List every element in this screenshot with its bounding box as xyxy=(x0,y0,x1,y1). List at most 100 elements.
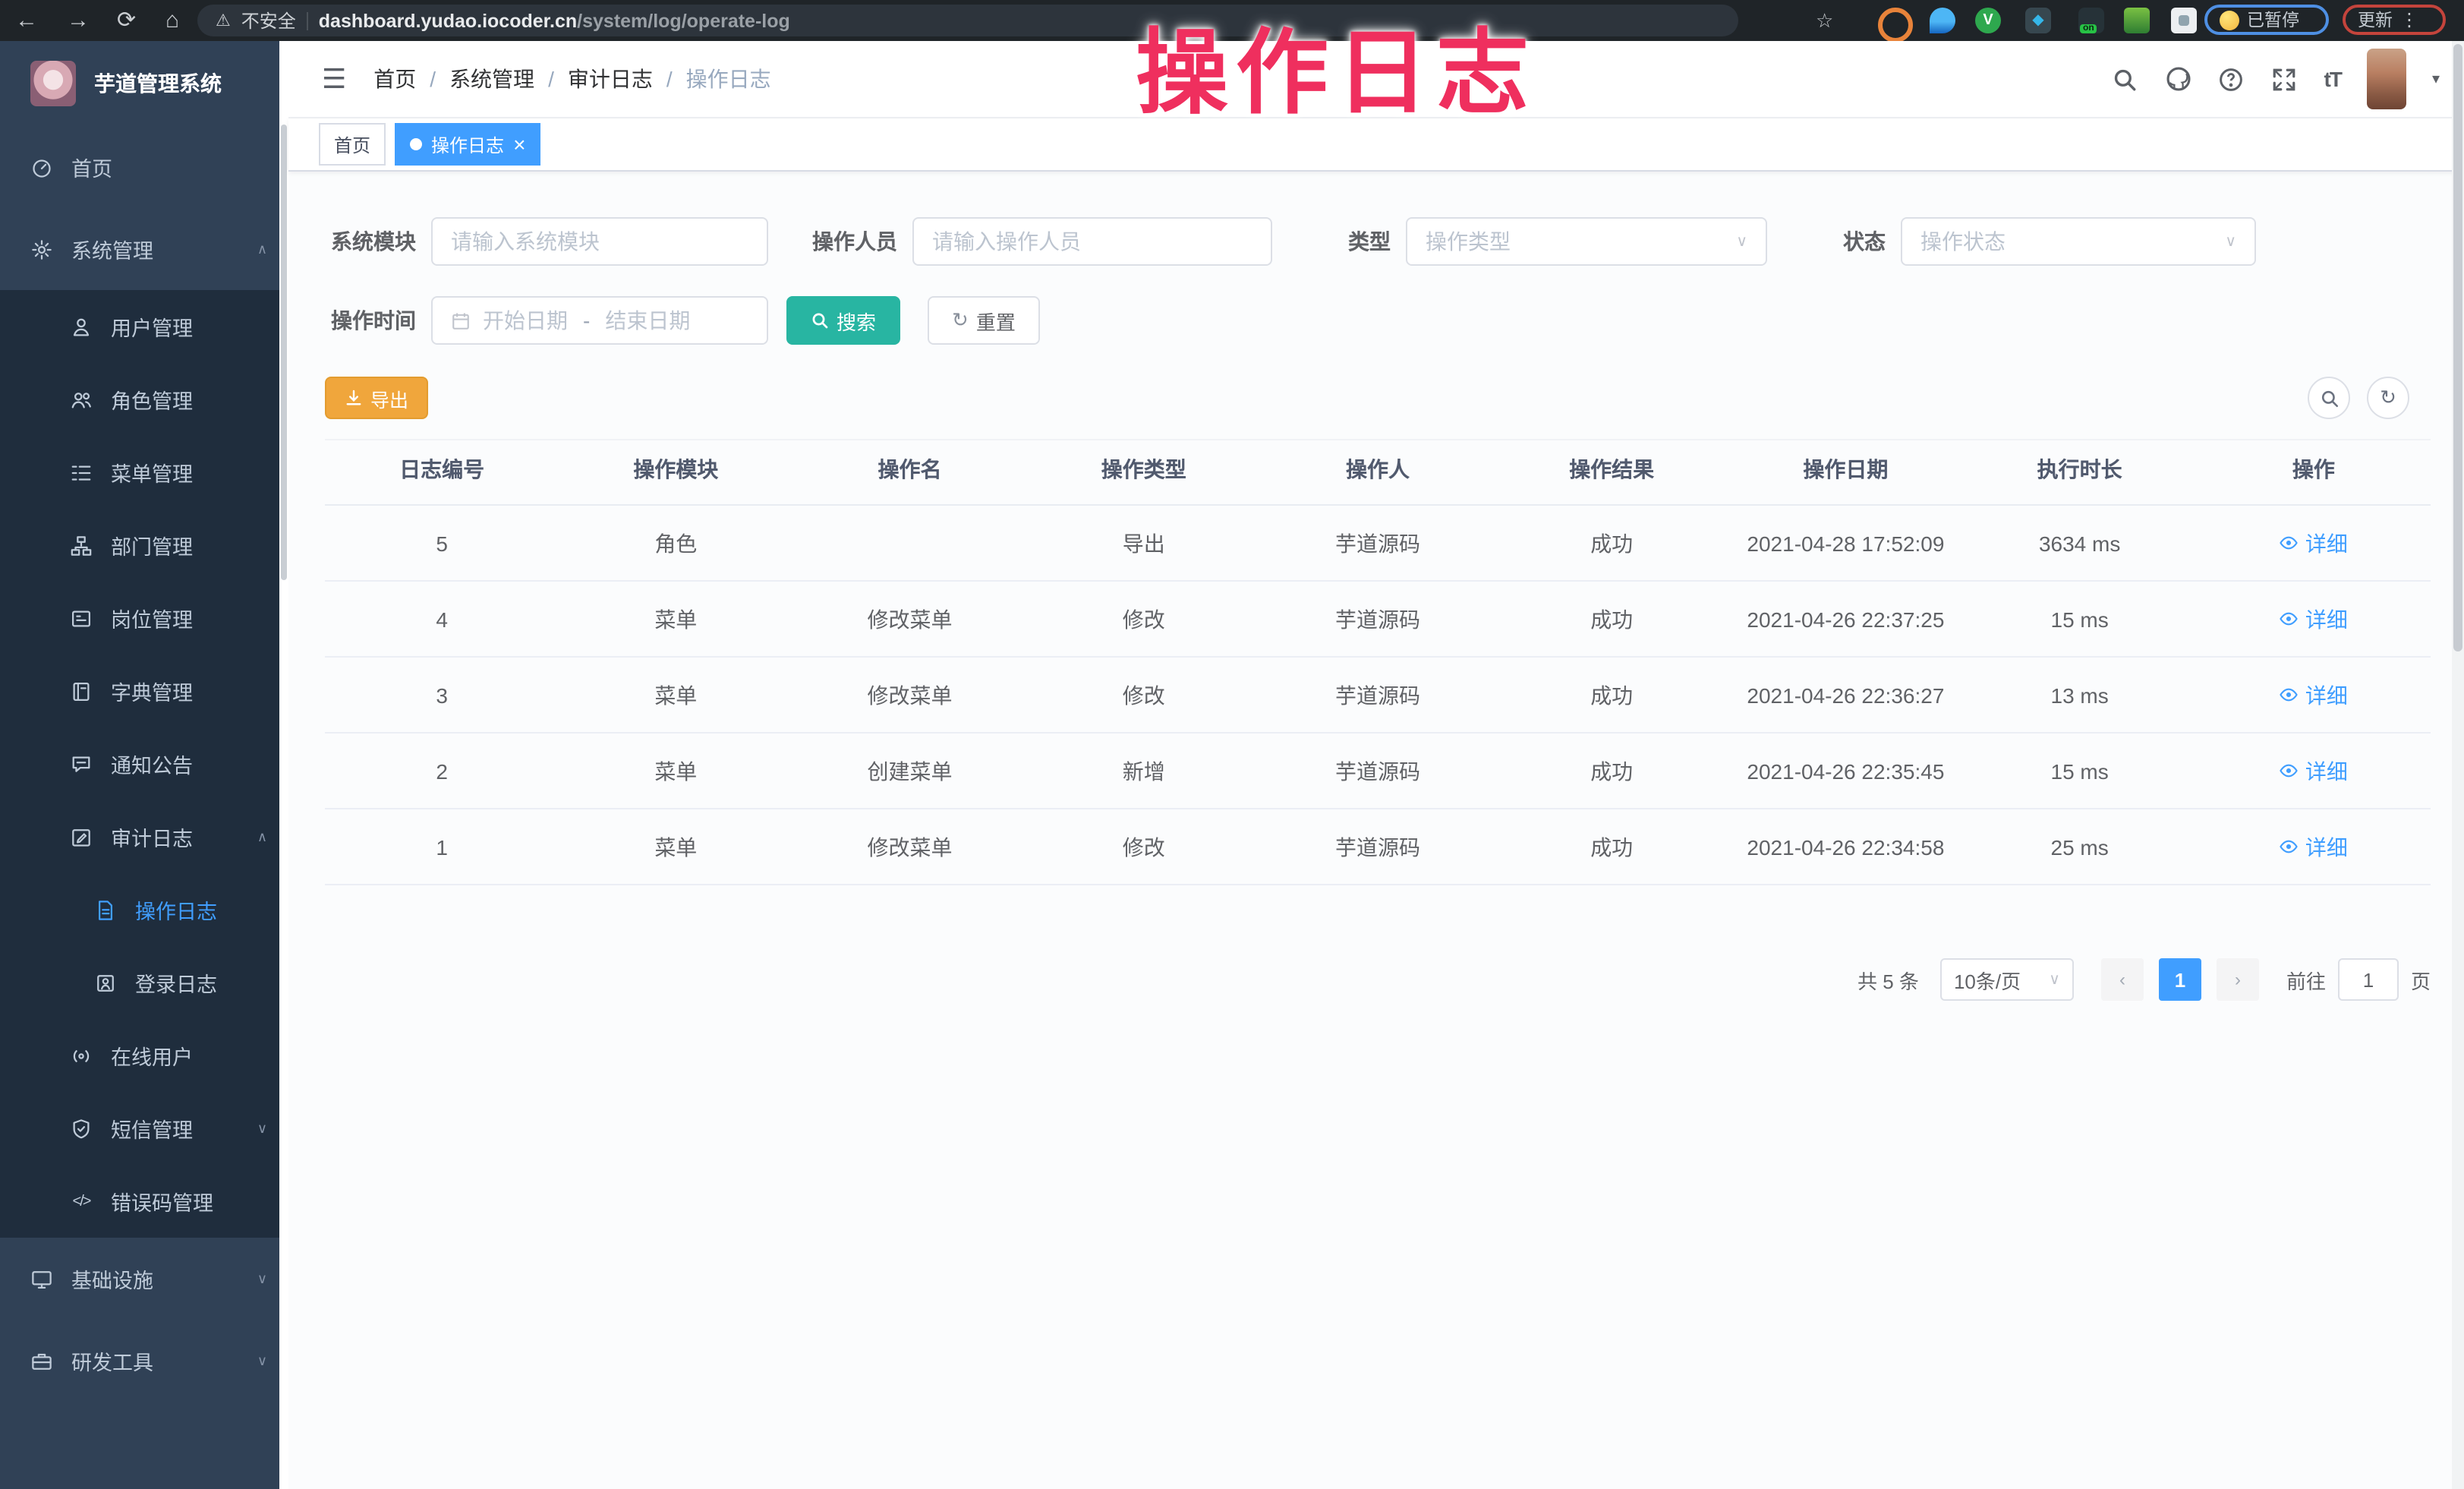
sms-shield-icon xyxy=(70,1117,93,1140)
sidebar-item-label: 通知公告 xyxy=(111,749,193,779)
bookmark-star-icon[interactable]: ☆ xyxy=(1816,0,1833,41)
sidebar-item-在线用户[interactable]: 在线用户 xyxy=(0,1019,288,1092)
export-button[interactable]: 导出 xyxy=(325,377,428,419)
sidebar-item-系统管理[interactable]: 系统管理∧ xyxy=(0,208,288,290)
content: 系统模块 请输入系统模块 操作人员 请输入操作人员 类型 操作类型∨ 状态 操作… xyxy=(288,172,2464,1001)
help-icon[interactable] xyxy=(2218,65,2245,93)
sidebar-item-登录日志[interactable]: 登录日志 xyxy=(0,946,288,1019)
sidebar-item-首页[interactable]: 首页 xyxy=(0,126,288,208)
sidebar-item-部门管理[interactable]: 部门管理 xyxy=(0,509,288,582)
collapse-menu-icon[interactable]: ☰ xyxy=(322,63,346,95)
extension-gem-icon[interactable]: ◆ xyxy=(2025,8,2051,33)
sidebar-item-通知公告[interactable]: 通知公告 xyxy=(0,727,288,800)
app-logo[interactable]: 芋道管理系统 xyxy=(0,41,288,126)
module-input[interactable]: 请输入系统模块 xyxy=(431,217,768,266)
sidebar-item-研发工具[interactable]: 研发工具∨ xyxy=(0,1320,288,1402)
sidebar-item-岗位管理[interactable]: 岗位管理 xyxy=(0,582,288,655)
extension-pin-icon[interactable] xyxy=(1930,8,1955,33)
sidebar-item-错误码管理[interactable]: </>错误码管理 xyxy=(0,1165,288,1238)
menu-list-icon xyxy=(70,461,93,484)
prev-page-button[interactable]: ‹ xyxy=(2101,958,2144,1001)
table-cell: 成功 xyxy=(1495,505,1728,581)
status-select[interactable]: 操作状态∨ xyxy=(1901,217,2256,266)
table-cell: 5 xyxy=(325,505,559,581)
extension-v-icon[interactable]: V xyxy=(1975,8,2001,33)
detail-link[interactable]: 详细 xyxy=(2280,528,2348,558)
tag-close-icon[interactable]: × xyxy=(513,134,525,155)
post-badge-icon xyxy=(70,607,93,629)
breadcrumb-item[interactable]: 审计日志 xyxy=(568,64,653,94)
table-cell: 2021-04-26 22:36:27 xyxy=(1728,657,1962,733)
sidebar-item-基础设施[interactable]: 基础设施∨ xyxy=(0,1238,288,1320)
detail-link[interactable]: 详细 xyxy=(2280,831,2348,862)
search-button[interactable]: 搜索 xyxy=(786,296,900,345)
sidebar-item-字典管理[interactable]: 字典管理 xyxy=(0,655,288,727)
sidebar-item-用户管理[interactable]: 用户管理 xyxy=(0,290,288,363)
goto-label: 前往 xyxy=(2286,965,2326,994)
table-cell: 角色 xyxy=(559,505,792,581)
forward-icon[interactable]: → xyxy=(67,0,90,41)
status-placeholder: 操作状态 xyxy=(1920,226,2006,257)
app-shell: 芋道管理系统 首页系统管理∧用户管理角色管理菜单管理部门管理岗位管理字典管理通知… xyxy=(0,41,2464,1489)
operator-placeholder: 请输入操作人员 xyxy=(932,226,1081,257)
app-title: 芋道管理系统 xyxy=(94,68,222,99)
avatar[interactable] xyxy=(2367,49,2406,109)
breadcrumb-item[interactable]: 首页 xyxy=(373,64,416,94)
eye-icon xyxy=(2280,837,2299,856)
tag-首页[interactable]: 首页 xyxy=(319,123,386,166)
sidebar-item-短信管理[interactable]: 短信管理∨ xyxy=(0,1092,288,1165)
fullscreen-icon[interactable] xyxy=(2271,65,2299,93)
dictionary-icon xyxy=(70,680,93,702)
sidebar-item-label: 系统管理 xyxy=(71,234,153,264)
github-icon[interactable] xyxy=(2165,65,2192,93)
type-select[interactable]: 操作类型∨ xyxy=(1406,217,1767,266)
start-date-placeholder: 开始日期 xyxy=(483,305,568,336)
page-scrollbar[interactable] xyxy=(2452,41,2464,1489)
refresh-table-button[interactable]: ↻ xyxy=(2367,377,2409,419)
table-cell: 详细 xyxy=(2197,809,2431,885)
breadcrumb-item[interactable]: 系统管理 xyxy=(449,64,534,94)
detail-link[interactable]: 详细 xyxy=(2280,756,2348,786)
reload-icon[interactable]: ⟳ xyxy=(117,0,136,41)
table-cell: 菜单 xyxy=(559,733,792,809)
sidebar-scrollbar-thumb[interactable] xyxy=(281,125,287,580)
sidebar-item-角色管理[interactable]: 角色管理 xyxy=(0,363,288,436)
chevron-down-icon[interactable]: ▾ xyxy=(2432,71,2440,87)
detail-link[interactable]: 详细 xyxy=(2280,680,2348,710)
sidebar-item-审计日志[interactable]: 审计日志∧ xyxy=(0,800,288,873)
page-scrollbar-thumb[interactable] xyxy=(2453,44,2462,651)
logo-image xyxy=(30,61,76,106)
font-size-icon[interactable]: tT xyxy=(2324,67,2341,91)
address-bar[interactable]: ⚠ 不安全 dashboard.yudao.iocoder.cn/system/… xyxy=(197,5,1738,36)
extensions-puzzle-icon[interactable] xyxy=(2171,8,2197,33)
extension-orange-icon[interactable] xyxy=(1878,8,1913,43)
browser-update-button[interactable]: 更新 ⋮ xyxy=(2343,5,2446,35)
tag-操作日志[interactable]: 操作日志× xyxy=(395,123,540,166)
sidebar-item-label: 研发工具 xyxy=(71,1345,153,1376)
date-range-input[interactable]: 开始日期 - 结束日期 xyxy=(431,296,768,345)
page-size-select[interactable]: 10条/页 ∨ xyxy=(1940,958,2074,1001)
profile-paused-pill[interactable]: 已暂停 xyxy=(2204,5,2329,35)
next-page-button[interactable]: › xyxy=(2217,958,2259,1001)
sidebar-item-操作日志[interactable]: 操作日志 xyxy=(0,873,288,946)
goto-page-input[interactable] xyxy=(2338,958,2399,1001)
sidebar-item-label: 字典管理 xyxy=(111,676,193,706)
search-icon[interactable] xyxy=(2112,65,2139,93)
extension-on-badge-icon[interactable]: on xyxy=(2078,8,2104,33)
operator-input[interactable]: 请输入操作人员 xyxy=(912,217,1272,266)
sidebar-scrollbar[interactable] xyxy=(279,41,288,1489)
extension-leaf-icon[interactable] xyxy=(2124,8,2150,33)
table-cell: 3634 ms xyxy=(1963,505,2197,581)
home-icon[interactable]: ⌂ xyxy=(165,0,179,41)
table-cell: 2021-04-26 22:37:25 xyxy=(1728,581,1962,657)
current-page[interactable]: 1 xyxy=(2159,958,2201,1001)
user-icon xyxy=(70,315,93,338)
browser-menu-icon[interactable]: ⋮ xyxy=(2400,9,2418,30)
breadcrumb-separator: / xyxy=(430,67,436,91)
show-search-toggle-button[interactable] xyxy=(2308,377,2350,419)
calendar-icon xyxy=(451,311,471,330)
detail-link[interactable]: 详细 xyxy=(2280,604,2348,634)
reset-button[interactable]: ↻ 重置 xyxy=(928,296,1040,345)
sidebar-item-菜单管理[interactable]: 菜单管理 xyxy=(0,436,288,509)
back-icon[interactable]: ← xyxy=(15,0,38,41)
